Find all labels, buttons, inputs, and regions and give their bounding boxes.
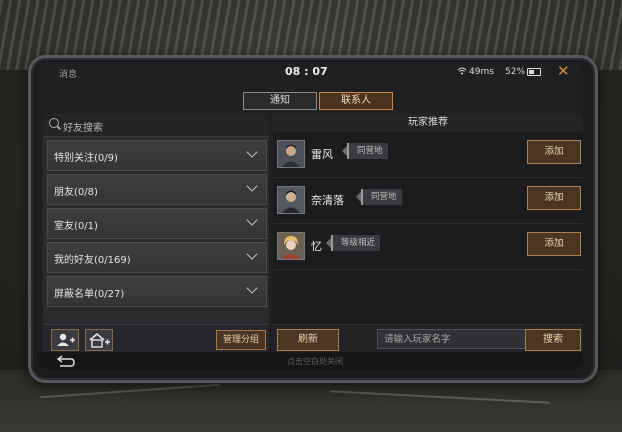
chevron-down-icon (246, 146, 258, 158)
group-label: 屏蔽名单(0/27) (54, 289, 125, 300)
group-blocked[interactable]: 屏蔽名单(0/27) (47, 276, 267, 307)
close-icon[interactable]: ✕ (557, 63, 570, 79)
group-friends[interactable]: 朋友(0/8) (47, 174, 267, 205)
friend-search-input[interactable]: 好友搜索 (43, 114, 269, 137)
group-label: 特别关注(0/9) (54, 153, 118, 164)
group-label: 朋友(0/8) (54, 187, 98, 198)
close-hint: 点击空白处关闭 (287, 357, 343, 366)
add-user-icon (57, 333, 75, 346)
add-house-icon (89, 332, 110, 348)
friend-search-placeholder: 好友搜索 (63, 123, 103, 134)
bottom-bar: 点击空白处关闭 (37, 352, 583, 370)
player-name-input[interactable] (377, 329, 535, 349)
clock: 08 : 07 (285, 65, 328, 78)
player-name: 忆 (311, 240, 322, 253)
back-button[interactable] (51, 354, 81, 368)
manage-groups-button[interactable]: 管理分组 (216, 330, 266, 350)
add-group-button[interactable] (85, 329, 113, 351)
add-player-button[interactable]: 添加 (527, 186, 581, 210)
battery-icon (527, 68, 541, 76)
tab-bar: 通知 联系人 (243, 92, 395, 110)
group-roommates[interactable]: 室友(0/1) (47, 208, 267, 239)
refresh-button[interactable]: 刷新 (277, 329, 339, 351)
search-button[interactable]: 搜索 (525, 329, 581, 351)
recommend-title: 玩家推荐 (273, 114, 583, 132)
status-bar: 消息 08 : 07 49ms 52% ✕ (37, 62, 583, 82)
add-friend-button[interactable] (51, 329, 79, 351)
phone-frame: 消息 08 : 07 49ms 52% ✕ 通知 联系人 好友搜索 特别关注(0… (28, 55, 598, 383)
add-player-button[interactable]: 添加 (527, 232, 581, 256)
player-name: 雷风 (311, 148, 333, 161)
avatar (277, 140, 305, 168)
add-player-button[interactable]: 添加 (527, 140, 581, 164)
player-row: 奈清落 同营地 添加 (273, 178, 583, 224)
back-arrow-icon (56, 355, 75, 367)
player-row: 雷风 同营地 添加 (273, 132, 583, 178)
chevron-down-icon (246, 180, 258, 192)
group-label: 我的好友(0/169) (54, 255, 131, 266)
battery-percent: 52% (505, 67, 526, 77)
avatar (277, 186, 305, 214)
friends-footer: 管理分组 (43, 324, 269, 353)
recommend-footer: 刷新 搜索 (273, 324, 583, 353)
recommend-panel: 玩家推荐 雷风 同营地 添加 奈清落 同营地 添加 忆 等级相近 添加 刷新 请… (273, 114, 583, 353)
chevron-down-icon (246, 282, 258, 294)
player-tag: 等级相近 (325, 235, 381, 251)
group-label: 室友(0/1) (54, 221, 98, 232)
player-row: 忆 等级相近 添加 (273, 224, 583, 270)
group-special-follow[interactable]: 特别关注(0/9) (47, 140, 267, 171)
player-tag: 同营地 (342, 143, 388, 159)
search-icon (49, 118, 59, 128)
phone-screen: 消息 08 : 07 49ms 52% ✕ 通知 联系人 好友搜索 特别关注(0… (37, 62, 583, 370)
tab-contacts[interactable]: 联系人 (319, 92, 393, 110)
avatar (277, 232, 305, 260)
friends-panel: 好友搜索 特别关注(0/9) 朋友(0/8) 室友(0/1) 我的好友(0/16… (43, 114, 269, 353)
chevron-down-icon (246, 214, 258, 226)
chevron-down-icon (246, 248, 258, 260)
network-speed: 49ms (469, 67, 494, 77)
group-my-friends[interactable]: 我的好友(0/169) (47, 242, 267, 273)
player-name: 奈清落 (311, 194, 344, 207)
player-tag: 同营地 (356, 189, 402, 205)
tab-notifications[interactable]: 通知 (243, 92, 317, 110)
wifi-icon (457, 67, 467, 78)
status-label: 消息 (59, 70, 78, 80)
friend-groups: 特别关注(0/9) 朋友(0/8) 室友(0/1) 我的好友(0/169) 屏蔽… (47, 140, 267, 310)
